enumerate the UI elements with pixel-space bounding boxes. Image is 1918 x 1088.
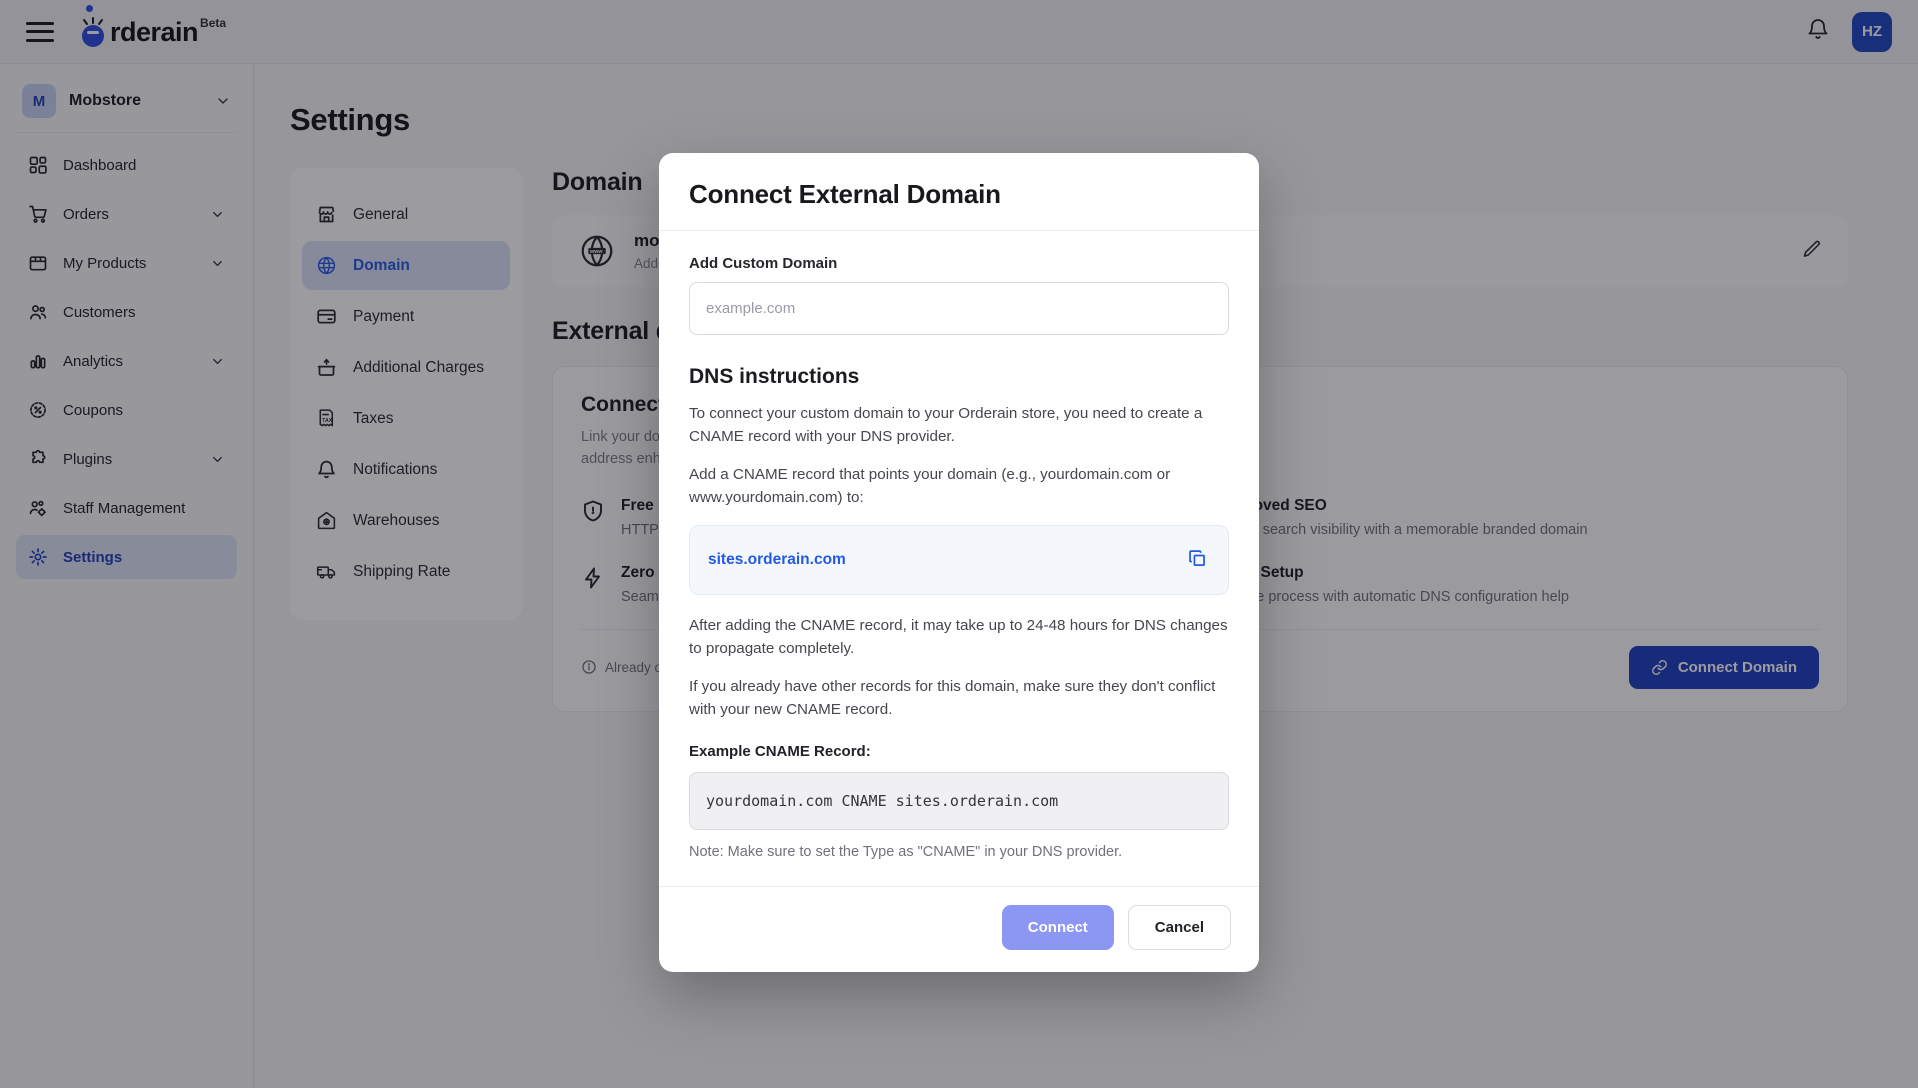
custom-domain-input[interactable] — [689, 282, 1229, 335]
modal-connect-button[interactable]: Connect — [1002, 905, 1114, 950]
example-cname-label: Example CNAME Record: — [689, 743, 1229, 760]
connect-external-domain-modal: Connect External Domain Add Custom Domai… — [659, 153, 1259, 972]
copy-icon — [1187, 548, 1208, 569]
modal-cancel-button[interactable]: Cancel — [1128, 905, 1231, 950]
dns-instructions-para1: To connect your custom domain to your Or… — [689, 403, 1229, 448]
dns-propagation-para: After adding the CNAME record, it may ta… — [689, 615, 1229, 660]
dns-conflict-para: If you already have other records for th… — [689, 676, 1229, 721]
modal-title: Connect External Domain — [689, 179, 1229, 210]
dns-instructions-para2: Add a CNAME record that points your doma… — [689, 464, 1229, 509]
cname-target-box: sites.orderain.com — [689, 525, 1229, 595]
copy-button[interactable] — [1185, 546, 1210, 574]
cname-target-value: sites.orderain.com — [708, 551, 846, 569]
dns-instructions-heading: DNS instructions — [689, 365, 1229, 389]
custom-domain-label: Add Custom Domain — [689, 255, 1229, 272]
example-cname-code: yourdomain.com CNAME sites.orderain.com — [689, 772, 1229, 830]
cname-type-note: Note: Make sure to set the Type as "CNAM… — [689, 844, 1229, 860]
